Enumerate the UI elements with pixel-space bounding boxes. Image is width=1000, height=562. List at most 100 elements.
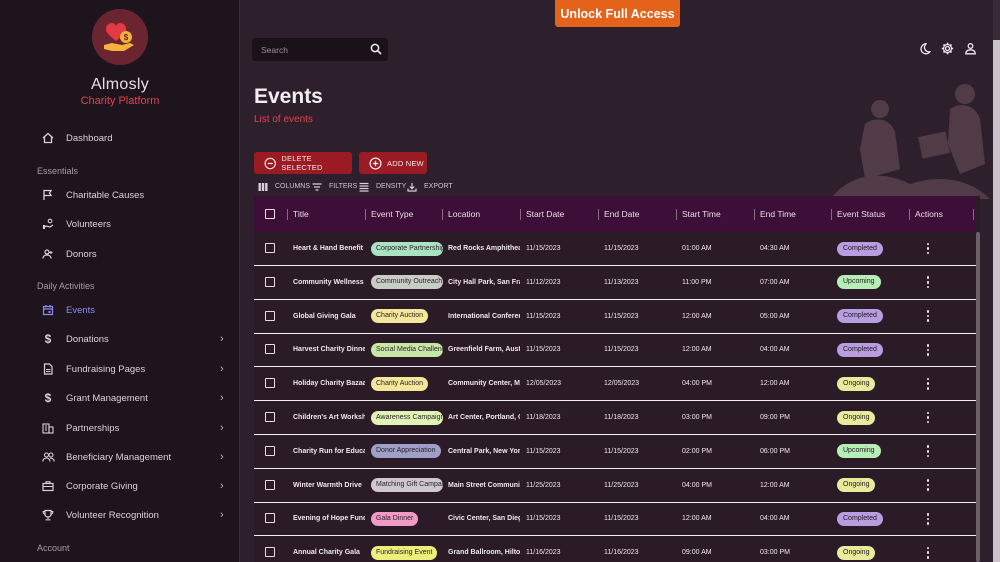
table-row[interactable]: Evening of Hope Fundraiser Gala Dinner Civ…	[254, 502, 976, 537]
event-type-chip: Corporate Partnership	[371, 241, 443, 256]
column-header-event-status[interactable]: Event Status	[837, 196, 885, 232]
add-new-button[interactable]: ADD NEW	[359, 152, 427, 174]
column-header-event-type[interactable]: Event Type	[371, 196, 413, 232]
sidebar-item-partnerships[interactable]: Partnerships ›	[0, 415, 240, 441]
chevron-right-icon: ›	[220, 333, 224, 345]
more-vert-icon[interactable]	[923, 367, 933, 400]
table-row[interactable]: Charity Run for Education Donor Appreciat…	[254, 435, 976, 469]
page-subtitle: List of events	[254, 114, 313, 125]
table-row[interactable]: Heart & Hand Benefit Corporate Partnershi…	[254, 232, 976, 266]
more-vert-icon[interactable]	[923, 536, 933, 562]
cell-start-time: 04:00 PM	[682, 481, 712, 489]
sidebar-item-fundraising-pages[interactable]: Fundraising Pages ›	[0, 356, 240, 382]
unlock-full-access-button[interactable]: Unlock Full Access	[555, 0, 680, 27]
row-checkbox[interactable]	[265, 310, 275, 321]
minus-circle-icon	[264, 157, 276, 169]
cell-event-type: Gala Dinner	[371, 502, 443, 535]
column-separator	[287, 209, 288, 220]
status-badge: Upcoming	[837, 275, 881, 290]
row-checkbox[interactable]	[265, 513, 275, 524]
sidebar-item-grant-management[interactable]: $ Grant Management ›	[0, 385, 240, 411]
row-checkbox[interactable]	[265, 344, 275, 355]
cell-event-status: Completed	[837, 333, 883, 366]
table-row[interactable]: Harvest Charity Dinner Social Media Chall…	[254, 333, 976, 368]
cell-title: Winter Warmth Drive	[293, 481, 362, 489]
column-header-start-date[interactable]: Start Date	[526, 196, 564, 232]
dark-mode-icon[interactable]	[918, 42, 931, 55]
sidebar-item-beneficiary-management[interactable]: Beneficiary Management ›	[0, 444, 240, 470]
export-button[interactable]: EXPORT	[407, 181, 453, 192]
row-checkbox[interactable]	[265, 243, 275, 253]
select-all-checkbox[interactable]	[265, 209, 275, 219]
table-header: Title Event Type Location Start Date End…	[254, 196, 976, 232]
column-header-end-time[interactable]: End Time	[760, 196, 796, 232]
column-header-title[interactable]: Title	[293, 196, 309, 232]
more-vert-icon[interactable]	[923, 266, 933, 299]
event-type-chip: Charity Auction	[371, 309, 429, 324]
search-icon[interactable]	[370, 43, 382, 55]
column-header-end-date[interactable]: End Date	[604, 196, 639, 232]
sidebar-item-donations[interactable]: $ Donations ›	[0, 326, 240, 352]
sidebar-item-charitable-causes[interactable]: Charitable Causes	[0, 182, 240, 208]
table-row[interactable]: Annual Charity Gala Fundraising Event Gran…	[254, 536, 976, 562]
column-header-location[interactable]: Location	[448, 196, 480, 232]
row-checkbox[interactable]	[265, 479, 275, 490]
table-row[interactable]: Children's Art Workshop Awareness Campaig…	[254, 401, 976, 435]
chevron-right-icon: ›	[220, 392, 224, 404]
more-vert-icon[interactable]	[923, 333, 933, 366]
dollar-icon: $	[44, 391, 52, 405]
sidebar-item-volunteers[interactable]: Volunteers	[0, 211, 240, 237]
table-row[interactable]: Global Giving Gala Charity Auction Interna…	[254, 300, 976, 334]
sidebar-item-corporate-giving[interactable]: Corporate Giving ›	[0, 473, 240, 499]
sidebar-item-dashboard[interactable]: Dashboard	[0, 125, 240, 151]
settings-gear-icon[interactable]	[941, 42, 954, 55]
column-header-start-time[interactable]: Start Time	[682, 196, 721, 232]
row-checkbox[interactable]	[265, 412, 275, 422]
cell-location: Art Center, Portland, OR	[448, 414, 520, 421]
cell-start-time: 11:00 PM	[682, 278, 712, 286]
column-separator	[598, 209, 599, 220]
sidebar-item-donors[interactable]: Donors	[0, 241, 240, 267]
user-profile-icon[interactable]	[964, 42, 977, 55]
cell-start-date: 11/18/2023	[526, 414, 561, 421]
more-vert-icon[interactable]	[923, 502, 933, 535]
row-checkbox[interactable]	[265, 445, 275, 456]
columns-button[interactable]: COLUMNS	[258, 181, 310, 192]
cell-end-time: 06:00 PM	[760, 447, 790, 455]
more-vert-icon[interactable]	[923, 401, 933, 434]
search-input[interactable]	[252, 38, 364, 61]
row-checkbox[interactable]	[265, 378, 275, 389]
brand-subtitle: Charity Platform	[80, 95, 160, 107]
cell-start-date: 11/15/2023	[526, 515, 561, 523]
sidebar-item-volunteer-recognition[interactable]: Volunteer Recognition ›	[0, 502, 240, 528]
row-checkbox[interactable]	[265, 547, 275, 558]
filters-button[interactable]: FILTERS	[312, 181, 357, 192]
table-row[interactable]: Holiday Charity Bazaar Charity Auction Com…	[254, 367, 976, 402]
cell-event-type: Community Outreach	[371, 266, 443, 299]
plus-circle-icon	[369, 156, 382, 170]
cell-start-date: 11/15/2023	[526, 447, 561, 455]
row-checkbox[interactable]	[265, 276, 275, 287]
chevron-right-icon: ›	[220, 509, 224, 521]
cell-title: Community Wellness	[293, 278, 364, 286]
more-vert-icon[interactable]	[923, 300, 933, 333]
table-row[interactable]: Community Wellness Community Outreach City…	[254, 266, 976, 300]
more-vert-icon[interactable]	[923, 435, 933, 468]
cell-start-time: 02:00 PM	[682, 447, 712, 455]
sidebar-item-label: Donors	[66, 248, 97, 260]
section-account: Account	[37, 543, 70, 553]
density-button[interactable]: DENSITY	[359, 181, 406, 192]
status-badge: Completed	[837, 511, 883, 526]
cell-title: Evening of Hope Fundraiser	[293, 515, 365, 523]
table-scrollbar[interactable]	[976, 232, 980, 562]
more-vert-icon[interactable]	[923, 469, 933, 502]
more-vert-icon[interactable]	[923, 232, 933, 265]
sidebar-item-events[interactable]: Events	[0, 297, 240, 323]
sidebar: $ Almosly Charity Platform Dashboard Ess…	[0, 0, 240, 562]
delete-selected-button[interactable]: DELETE SELECTED	[254, 152, 352, 174]
page-scrollbar[interactable]	[993, 40, 1000, 562]
table-row[interactable]: Winter Warmth Drive Matching Gift Campaig…	[254, 469, 976, 503]
event-type-chip: Social Media Challenge	[371, 342, 443, 357]
event-type-chip: Community Outreach	[371, 275, 443, 290]
cell-end-date: 11/25/2023	[604, 481, 639, 489]
